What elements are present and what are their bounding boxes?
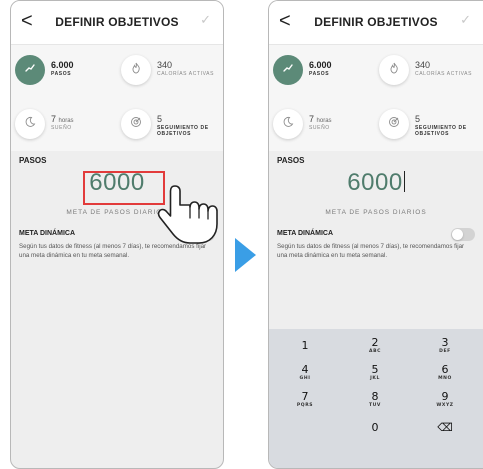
- text-caret: [403, 171, 405, 192]
- tile-steps[interactable]: 6.000 PASOS: [269, 49, 369, 89]
- tile-label: SEGUIMIENTO DE OBJETIVOS: [415, 125, 467, 137]
- dynamic-goal-label: META DINÁMICA: [19, 230, 75, 237]
- flame-icon: [121, 55, 151, 85]
- tile-label: SUEÑO: [51, 125, 72, 131]
- key-3[interactable]: 3 DEF: [413, 333, 477, 358]
- key-6[interactable]: 6 MNO: [413, 360, 477, 385]
- arrow-right-icon: [235, 238, 256, 272]
- tile-label: PASOS: [309, 71, 330, 77]
- section-label: PASOS: [277, 156, 305, 165]
- page-title: DEFINIR OBJETIVOS: [314, 15, 438, 29]
- tile-sleep[interactable]: 7 horas SUEÑO: [269, 103, 369, 143]
- tile-value: 5: [415, 114, 421, 124]
- page-title: DEFINIR OBJETIVOS: [55, 15, 179, 29]
- header: < DEFINIR OBJETIVOS ✓: [11, 1, 223, 44]
- tile-value: 7 horas: [309, 114, 332, 124]
- key-4[interactable]: 4 GHI: [273, 360, 337, 385]
- dynamic-goal-toggle[interactable]: [451, 228, 475, 241]
- target-icon: [379, 109, 409, 139]
- tile-label: CALORÍAS ACTIVAS: [415, 71, 473, 77]
- backspace-icon: ⌫: [437, 421, 453, 434]
- tile-value: 5: [157, 114, 163, 124]
- section-label: PASOS: [19, 156, 47, 165]
- steps-value: 6000: [347, 169, 403, 196]
- steps-icon: [15, 55, 45, 85]
- moon-icon: [15, 109, 45, 139]
- tile-label: CALORÍAS ACTIVAS: [157, 71, 215, 77]
- confirm-icon[interactable]: ✓: [460, 12, 471, 28]
- dynamic-goal-label: META DINÁMICA: [277, 230, 333, 237]
- tile-value: 6.000: [309, 60, 332, 70]
- backspace-key[interactable]: ⌫: [413, 415, 477, 440]
- pointing-hand-icon: [157, 185, 218, 244]
- highlight-box: [83, 171, 165, 205]
- tile-sleep[interactable]: 7 horas SUEÑO: [11, 103, 111, 143]
- tile-tracking[interactable]: 5 SEGUIMIENTO DE OBJETIVOS: [117, 103, 217, 143]
- toggle-knob: [452, 229, 463, 240]
- key-0[interactable]: 0: [343, 415, 407, 440]
- flame-icon: [379, 55, 409, 85]
- numeric-keypad: 1 2 ABC 3 DEF 4 GHI 5 JKL 6 MNO 7 PQRS 8 TUV 9W…: [269, 329, 483, 468]
- right-screen: < DEFINIR OBJETIVOS ✓ 6.000 PASOS 340 CA…: [268, 0, 483, 469]
- dynamic-goal-description: Según tus datos de fitness (al menos 7 d…: [277, 243, 465, 260]
- tile-calories[interactable]: 340 CALORÍAS ACTIVAS: [375, 49, 475, 89]
- confirm-icon[interactable]: ✓: [200, 12, 211, 28]
- tile-label: SEGUIMIENTO DE OBJETIVOS: [157, 125, 209, 137]
- tile-value: 340: [157, 60, 173, 70]
- key-5[interactable]: 5 JKL: [343, 360, 407, 385]
- key-1[interactable]: 1: [273, 333, 337, 358]
- key-8[interactable]: 8 TUV: [343, 387, 407, 412]
- goal-tiles: 6.000 PASOS 340 CALORÍAS ACTIVAS 7 horas…: [11, 44, 223, 151]
- key-9[interactable]: 9 WXYZ: [413, 387, 477, 412]
- tile-value: 6.000: [51, 60, 74, 70]
- tile-steps[interactable]: 6.000 PASOS: [11, 49, 111, 89]
- tile-value: 7 horas: [51, 114, 74, 124]
- left-screen: < DEFINIR OBJETIVOS ✓ 6.000 PASOS 340 CA…: [10, 0, 224, 469]
- target-icon: [121, 109, 151, 139]
- tile-tracking[interactable]: 5 SEGUIMIENTO DE OBJETIVOS: [375, 103, 475, 143]
- key-2[interactable]: 2 ABC: [343, 333, 407, 358]
- steps-value-field[interactable]: 6000: [269, 169, 483, 197]
- tile-label: PASOS: [51, 71, 72, 77]
- steps-icon: [273, 55, 303, 85]
- tile-calories[interactable]: 340 CALORÍAS ACTIVAS: [117, 49, 217, 89]
- moon-icon: [273, 109, 303, 139]
- key-7[interactable]: 7 PQRS: [273, 387, 337, 412]
- header: < DEFINIR OBJETIVOS ✓: [269, 1, 483, 44]
- tile-label: SUEÑO: [309, 125, 330, 131]
- tile-value: 340: [415, 60, 431, 70]
- goal-tiles: 6.000 PASOS 340 CALORÍAS ACTIVAS 7 horas…: [269, 44, 483, 151]
- steps-caption: META DE PASOS DIARIOS: [325, 209, 427, 216]
